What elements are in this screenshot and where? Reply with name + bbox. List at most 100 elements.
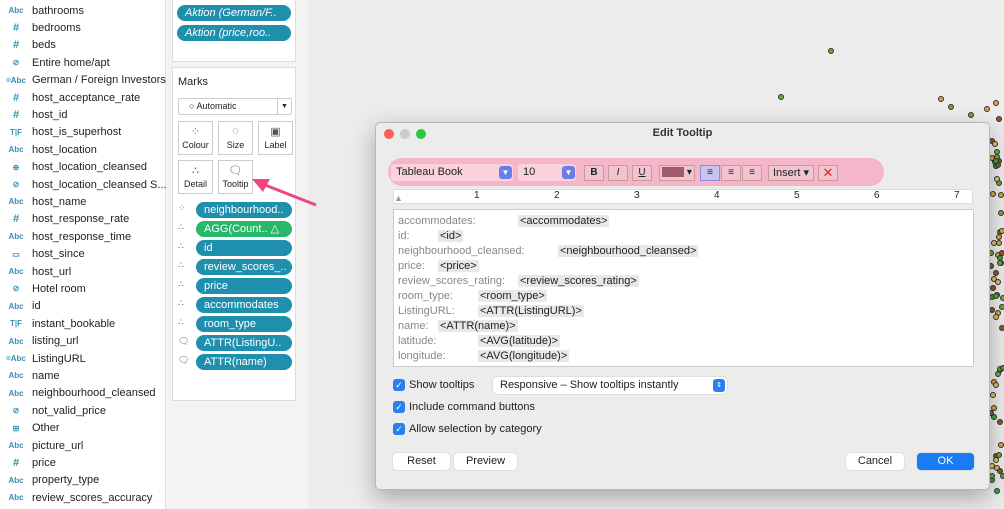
- filter-pill[interactable]: Aktion (German/F..: [177, 5, 291, 21]
- clear-formatting-button[interactable]: ✕: [818, 165, 838, 181]
- field-item[interactable]: T|F host_is_superhost: [0, 124, 121, 141]
- close-window-button[interactable]: [384, 129, 394, 139]
- bold-button[interactable]: B: [584, 165, 604, 181]
- map-point[interactable]: [993, 487, 1000, 494]
- italic-button[interactable]: I: [608, 165, 628, 181]
- field-pill[interactable]: id: [196, 240, 292, 256]
- field-item[interactable]: Abc neighbourhood_cleansed: [0, 385, 155, 402]
- map-point[interactable]: [998, 325, 1004, 332]
- map-point[interactable]: [998, 227, 1004, 234]
- map-point[interactable]: [989, 190, 996, 197]
- map-point[interactable]: [996, 116, 1002, 122]
- underline-button[interactable]: U: [632, 165, 652, 181]
- field-item[interactable]: Abc host_name: [0, 193, 86, 210]
- marks-shelf-item[interactable]: 🗨 ATTR(ListingU..: [173, 335, 297, 351]
- map-point[interactable]: [778, 94, 784, 100]
- allow-selection-checkbox[interactable]: ✓ Allow selection by category: [393, 423, 542, 435]
- tooltip-button[interactable]: 🗨 Tooltip: [218, 160, 253, 194]
- field-item[interactable]: Abc id: [0, 298, 40, 315]
- text-color-picker[interactable]: ▾: [659, 165, 695, 181]
- field-item[interactable]: Abc bathrooms: [0, 2, 84, 19]
- map-point[interactable]: [948, 104, 954, 110]
- field-item[interactable]: ⊕ host_location_cleansed: [0, 159, 147, 176]
- field-item[interactable]: # price: [0, 454, 56, 471]
- colour-button[interactable]: ⁘ Colour: [178, 121, 213, 155]
- filter-pill[interactable]: Aktion (price,roo..: [177, 25, 291, 41]
- field-item[interactable]: Abc host_response_time: [0, 228, 131, 245]
- field-item[interactable]: Abc picture_url: [0, 437, 83, 454]
- field-item[interactable]: Abc host_location: [0, 141, 96, 158]
- field-item[interactable]: # beds: [0, 37, 56, 54]
- field-pill[interactable]: ATTR(ListingU..: [196, 335, 292, 351]
- marks-shelf-item[interactable]: 🗨 ATTR(name): [173, 354, 297, 370]
- field-item[interactable]: Abc property_type: [0, 472, 99, 489]
- map-point[interactable]: [990, 275, 997, 282]
- marks-shelf-item[interactable]: ∴ id: [173, 240, 297, 256]
- field-item[interactable]: Abc listing_url: [0, 333, 78, 350]
- field-item[interactable]: ⊘ host_location_cleansed S...: [0, 176, 167, 193]
- size-select[interactable]: 10 ▼: [518, 164, 576, 181]
- map-point[interactable]: [990, 239, 997, 246]
- field-item[interactable]: Abc name: [0, 367, 59, 384]
- field-pill[interactable]: ATTR(name): [196, 354, 292, 370]
- align-left-button[interactable]: ≡: [700, 165, 720, 181]
- map-point[interactable]: [997, 419, 1003, 426]
- label-button[interactable]: ▣ Label: [258, 121, 293, 155]
- map-point[interactable]: [984, 106, 990, 112]
- mark-type-dropdown[interactable]: ○ Automatic ▼: [178, 98, 292, 115]
- map-point[interactable]: [996, 254, 1003, 261]
- map-point[interactable]: [992, 381, 999, 388]
- insert-menu[interactable]: Insert ▾: [768, 165, 814, 181]
- field-item[interactable]: T|F instant_bookable: [0, 315, 115, 332]
- marks-shelf-item[interactable]: ∴ AGG(Count.. △: [173, 221, 297, 237]
- map-point[interactable]: [989, 391, 996, 398]
- tooltip-editor[interactable]: accommodates: <accommodates> id: <id> neighb…: [393, 209, 974, 367]
- map-point[interactable]: [993, 176, 1000, 183]
- marks-shelf-item[interactable]: ∴ review_scores_..: [173, 259, 297, 275]
- field-pill[interactable]: review_scores_..: [196, 259, 292, 275]
- preview-button[interactable]: Preview: [454, 453, 517, 470]
- show-tooltips-checkbox[interactable]: ✓ Show tooltips: [393, 379, 474, 391]
- align-center-button[interactable]: ≡: [721, 165, 741, 181]
- field-item[interactable]: # bedrooms: [0, 19, 81, 36]
- font-select[interactable]: Tableau Book ▼: [391, 164, 513, 181]
- field-item[interactable]: =Abc ListingURL: [0, 350, 86, 367]
- minimize-window-button[interactable]: [400, 129, 410, 139]
- field-pill[interactable]: price: [196, 278, 292, 294]
- zoom-window-button[interactable]: [416, 129, 426, 139]
- map-point[interactable]: [997, 441, 1004, 448]
- map-point[interactable]: [938, 96, 944, 102]
- field-item[interactable]: ▭ host_since: [0, 246, 84, 263]
- map-point[interactable]: [990, 285, 997, 292]
- field-item[interactable]: ⊘ Entire home/apt: [0, 54, 110, 71]
- field-item[interactable]: # host_response_rate: [0, 211, 129, 228]
- map-point[interactable]: [993, 269, 1000, 276]
- map-point[interactable]: [999, 294, 1004, 301]
- map-point[interactable]: [996, 240, 1002, 246]
- marks-shelf-item[interactable]: ∴ room_type: [173, 316, 297, 332]
- ruler[interactable]: ▲ 1 2 3 4 5 6 7: [393, 189, 973, 204]
- map-point[interactable]: [992, 314, 999, 321]
- map-point[interactable]: [998, 304, 1004, 311]
- map-point[interactable]: [994, 371, 1001, 378]
- map-point[interactable]: [993, 292, 1000, 299]
- detail-button[interactable]: ∴ Detail: [178, 160, 213, 194]
- marks-shelf-item[interactable]: ∴ accommodates: [173, 297, 297, 313]
- field-item[interactable]: # host_id: [0, 106, 68, 123]
- field-pill[interactable]: accommodates: [196, 297, 292, 313]
- field-item[interactable]: # host_acceptance_rate: [0, 89, 140, 106]
- field-pill[interactable]: room_type: [196, 316, 292, 332]
- cancel-button[interactable]: Cancel: [846, 453, 904, 470]
- marks-shelf-item[interactable]: ∴ price: [173, 278, 297, 294]
- field-item[interactable]: Abc review_scores_accuracy: [0, 489, 152, 506]
- map-point[interactable]: [997, 192, 1004, 199]
- map-point[interactable]: [993, 456, 1000, 463]
- map-point[interactable]: [991, 140, 998, 147]
- include-command-buttons-checkbox[interactable]: ✓ Include command buttons: [393, 401, 535, 413]
- map-point[interactable]: [996, 233, 1003, 240]
- field-item[interactable]: Abc host_url: [0, 263, 71, 280]
- indent-marker-icon[interactable]: ▲: [394, 193, 403, 203]
- field-item[interactable]: ⊘ not_valid_price: [0, 402, 106, 419]
- map-point[interactable]: [993, 100, 999, 106]
- map-point[interactable]: [998, 210, 1004, 216]
